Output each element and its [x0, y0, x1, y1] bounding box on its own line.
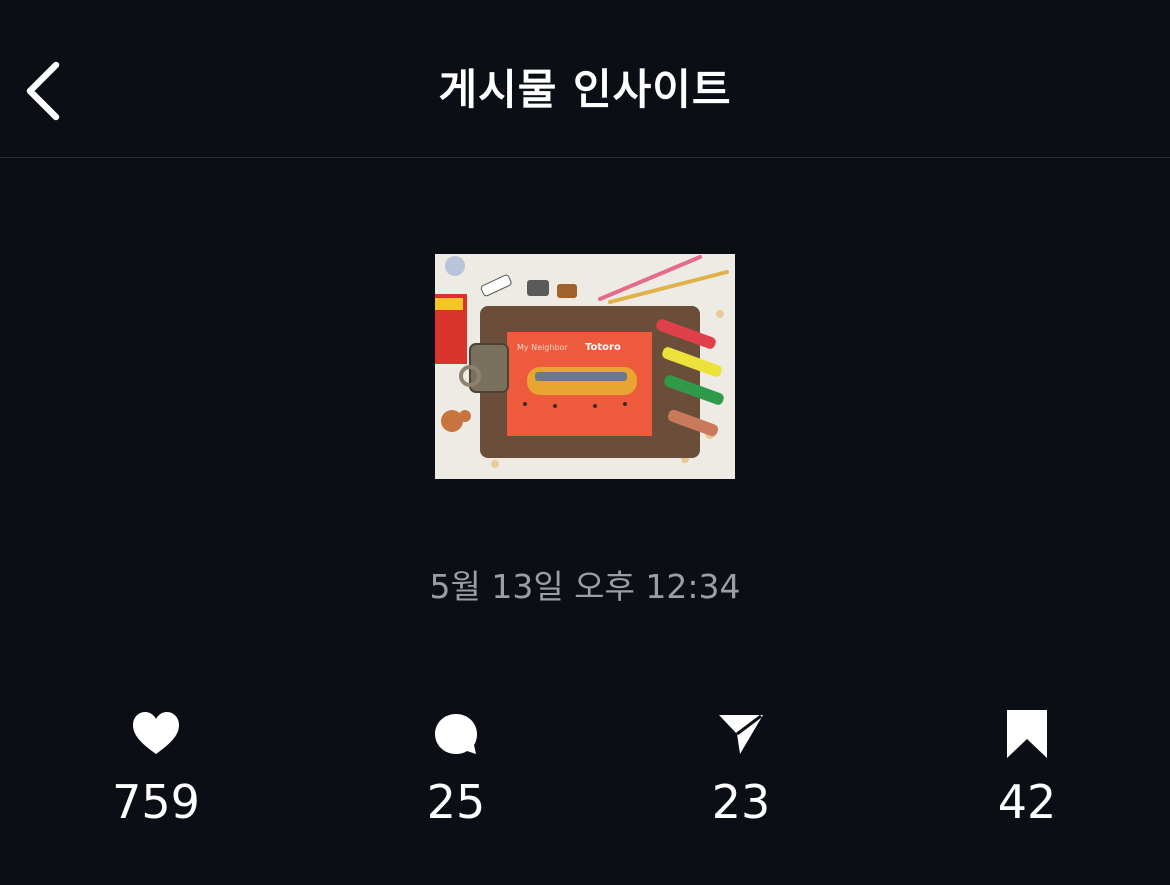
- send-paper-plane-icon: [719, 714, 763, 754]
- stat-likes[interactable]: 759: [66, 706, 246, 836]
- card-text-line2: Totoro: [585, 342, 621, 353]
- card-text-line1: My Neighbor: [517, 343, 568, 352]
- header-bar: 게시물 인사이트: [0, 0, 1170, 158]
- likes-count: 759: [112, 775, 200, 829]
- shares-count: 23: [711, 775, 771, 829]
- heart-icon: [133, 712, 179, 754]
- post-thumbnail-image: My Neighbor Totoro: [435, 254, 735, 479]
- bookmark-icon: [1007, 710, 1047, 758]
- comment-bubble-icon: [435, 714, 477, 754]
- stat-shares[interactable]: 23: [651, 706, 831, 836]
- post-date: 5월 13일 오후 12:34: [429, 567, 741, 606]
- stat-saves[interactable]: 42: [937, 706, 1117, 836]
- stat-comments[interactable]: 25: [366, 706, 546, 836]
- comments-count: 25: [426, 775, 486, 829]
- post-thumbnail[interactable]: My Neighbor Totoro: [435, 254, 735, 479]
- saves-count: 42: [997, 775, 1057, 829]
- page-title: 게시물 인사이트: [438, 65, 732, 114]
